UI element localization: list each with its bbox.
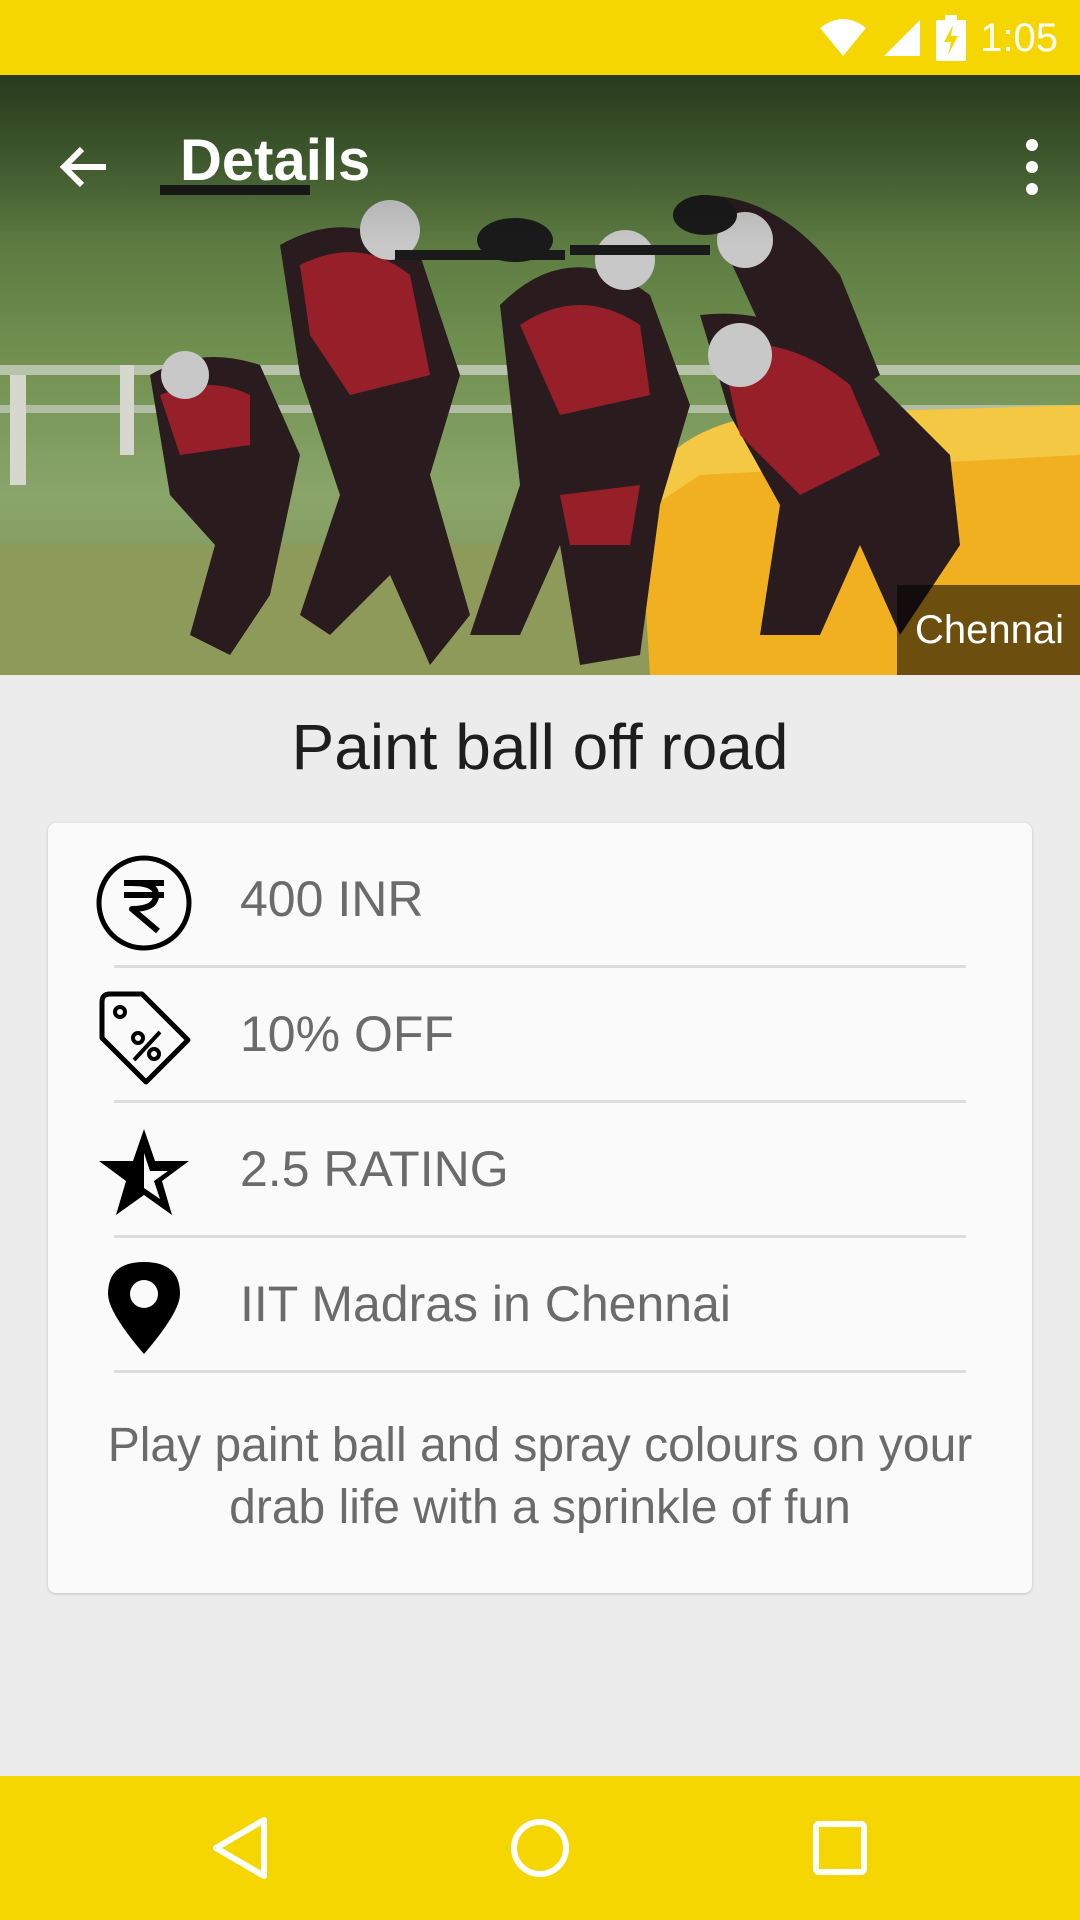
location-pin-icon	[108, 1262, 180, 1354]
more-vert-icon[interactable]	[1014, 135, 1050, 199]
divider	[114, 1370, 966, 1373]
system-nav-bar	[0, 1776, 1080, 1920]
status-bar: 1:05	[0, 0, 1080, 75]
discount-tag-icon	[99, 991, 191, 1085]
city-badge: Chennai	[896, 585, 1080, 675]
location-text: IIT Madras in Chennai	[240, 1276, 731, 1332]
app-bar: Details	[0, 75, 1080, 245]
rating-text: 2.5 RATING	[240, 1141, 509, 1197]
price-row: 400 INR	[96, 833, 966, 968]
rupee-icon	[96, 855, 192, 951]
discount-text: 10% OFF	[240, 1006, 454, 1062]
status-time: 1:05	[980, 15, 1058, 60]
nav-recents-icon[interactable]	[800, 1808, 880, 1888]
signal-icon	[884, 20, 921, 56]
activity-description: Play paint ball and spray colours on you…	[107, 1419, 973, 1534]
location-row: IIT Madras in Chennai	[108, 1238, 966, 1373]
battery-charging-icon	[936, 15, 967, 61]
star-half-icon	[99, 1129, 189, 1215]
rating-row: 2.5 RATING	[99, 1103, 966, 1238]
discount-row: 10% OFF	[99, 968, 966, 1103]
price-text: 400 INR	[240, 871, 424, 927]
details-card: 400 INR 10% OFF 2.5 RATING IIT Madras in…	[48, 823, 1032, 1593]
app-title: Details	[180, 128, 371, 193]
nav-back-icon[interactable]	[200, 1808, 280, 1888]
wifi-icon	[820, 19, 867, 56]
status-icons: 1:05	[818, 14, 1058, 62]
activity-title: Paint ball off road	[291, 711, 789, 783]
nav-home-icon[interactable]	[500, 1808, 580, 1888]
hero-image: Details Chennai	[0, 75, 1080, 675]
arrow-back-icon[interactable]	[52, 135, 116, 199]
